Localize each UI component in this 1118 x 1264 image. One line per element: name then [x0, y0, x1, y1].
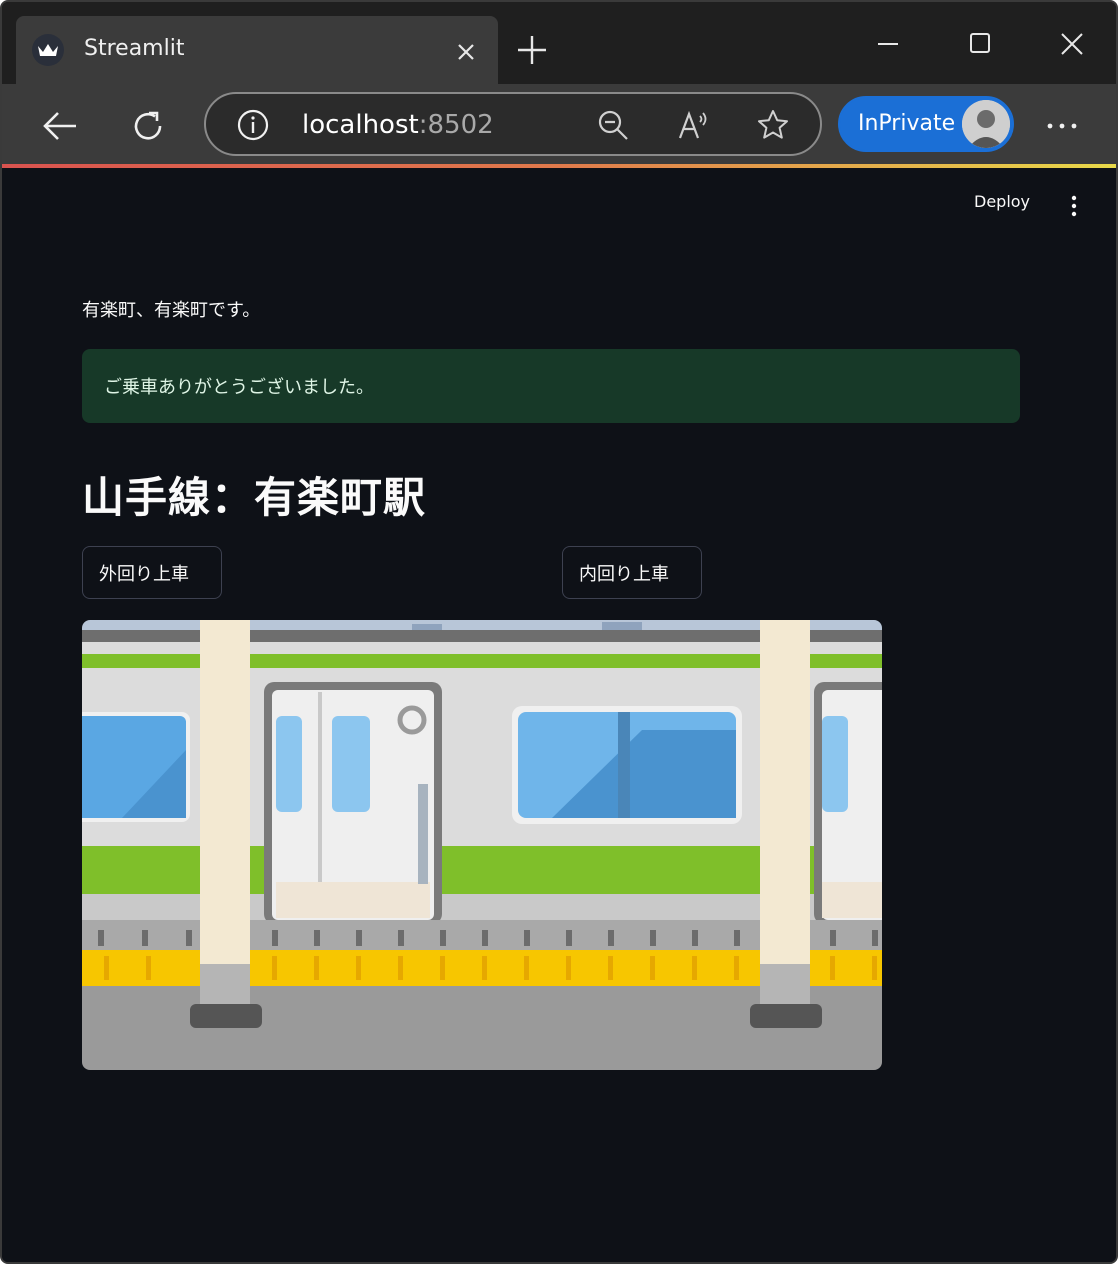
reload-icon[interactable] — [126, 104, 170, 148]
close-tab-icon[interactable] — [452, 38, 480, 66]
url-host: localhost — [302, 110, 419, 140]
back-arrow-icon[interactable] — [38, 104, 82, 148]
new-tab-plus-icon[interactable] — [514, 32, 550, 68]
streamlit-favicon-icon — [32, 34, 64, 66]
zoom-out-icon[interactable] — [596, 108, 630, 142]
deploy-button[interactable]: Deploy — [974, 192, 1030, 211]
more-menu-icon[interactable] — [1042, 106, 1082, 146]
success-alert: ご乗車ありがとうございました。 — [82, 349, 1020, 423]
url-text[interactable]: localhost:8502 — [302, 110, 494, 140]
avatar — [962, 100, 1010, 148]
browser-tab[interactable]: Streamlit — [16, 16, 498, 84]
close-window-icon[interactable] — [1052, 26, 1092, 66]
train-platform-image — [82, 620, 882, 1070]
outer-loop-board-button[interactable]: 外回り上車 — [82, 546, 222, 599]
title-bar: Streamlit — [2, 2, 1116, 84]
site-info-icon[interactable] — [236, 108, 270, 142]
page-title: 山手線：有楽町駅 — [82, 473, 427, 522]
url-port: :8502 — [418, 110, 494, 140]
inprivate-button[interactable]: InPrivate — [838, 96, 1014, 152]
address-bar[interactable]: localhost:8502 — [204, 92, 822, 156]
inner-loop-board-button[interactable]: 内回り上車 — [562, 546, 702, 599]
app-menu-icon[interactable] — [1064, 194, 1084, 218]
station-announcement: 有楽町、有楽町です。 — [82, 300, 261, 321]
success-message: ご乗車ありがとうございました。 — [104, 377, 374, 398]
browser-toolbar: localhost:8502 InPrivate — [2, 84, 1116, 166]
tab-title: Streamlit — [84, 36, 185, 61]
maximize-icon[interactable] — [960, 26, 1000, 66]
read-aloud-icon[interactable] — [676, 108, 710, 142]
inprivate-label: InPrivate — [858, 111, 956, 136]
favorite-star-icon[interactable] — [756, 108, 790, 142]
browser-window: Streamlit localhost:8502 InPrivate Deplo… — [0, 0, 1118, 1264]
minimize-icon[interactable] — [868, 26, 908, 66]
streamlit-app: Deploy 有楽町、有楽町です。 ご乗車ありがとうございました。 山手線：有楽… — [2, 168, 1116, 1262]
